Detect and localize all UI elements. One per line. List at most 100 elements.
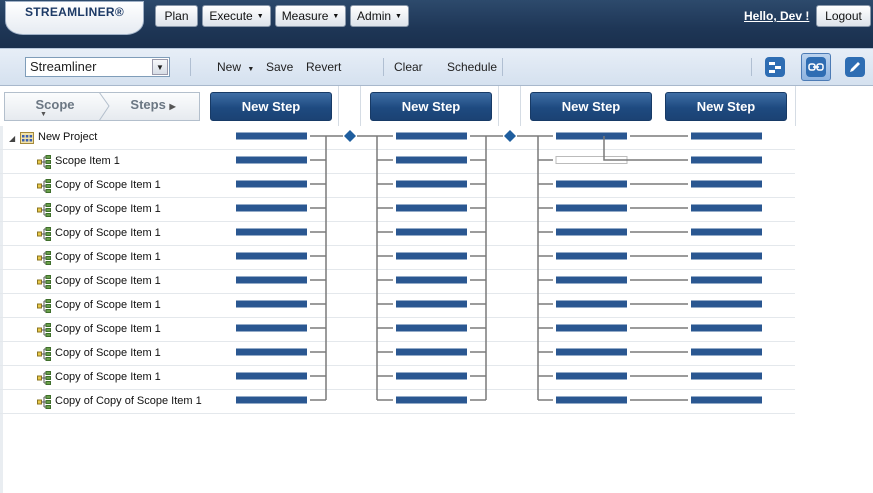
new-menu-button[interactable]: New ▼: [217, 60, 254, 74]
step-bar: [236, 252, 307, 260]
step-bar: [396, 396, 467, 404]
steps-tab-label: Steps: [130, 97, 166, 112]
logout-label: Logout: [825, 9, 862, 23]
step-bar: [691, 300, 762, 308]
step-bar: [396, 348, 467, 356]
edit-button[interactable]: [840, 53, 870, 81]
step-bar: [691, 204, 762, 212]
logout-button[interactable]: Logout: [816, 5, 871, 27]
flow-view-button[interactable]: [760, 53, 790, 81]
step-bar: [556, 228, 627, 236]
step-bar: [396, 228, 467, 236]
step-bar: [556, 324, 627, 332]
nav-measure-button[interactable]: Measure ▼: [275, 5, 346, 27]
caret-down-icon: ▼: [395, 12, 402, 20]
new-label: New: [217, 60, 242, 74]
nav-plan-label: Plan: [164, 9, 189, 23]
save-button[interactable]: Save: [266, 60, 293, 74]
milestone-diamond-icon: [504, 130, 516, 142]
step-bar: [691, 132, 762, 140]
step-bar: [236, 324, 307, 332]
step-bar: [396, 132, 467, 140]
step-bar: [236, 204, 307, 212]
step-bar: [691, 276, 762, 284]
nav-admin-button[interactable]: Admin ▼: [350, 5, 409, 27]
step-bar: [691, 252, 762, 260]
step-bar: [396, 252, 467, 260]
step-bar: [691, 228, 762, 236]
toolbar-divider: [751, 58, 752, 76]
step-bar: [556, 348, 627, 356]
link-view-button[interactable]: [801, 53, 831, 81]
steps-header: Scope ▼ Steps ▶ New Step New Step New St…: [0, 86, 873, 126]
step-bar: [691, 324, 762, 332]
step-bar: [236, 156, 307, 164]
column-divider: [520, 86, 521, 126]
caret-right-icon: ▶: [169, 102, 176, 111]
scope-tab[interactable]: Scope ▼: [5, 93, 105, 120]
link-icon: [806, 57, 826, 77]
step-bar: [556, 132, 627, 140]
step-bar: [236, 180, 307, 188]
nav-admin-label: Admin: [357, 9, 392, 23]
new-step-button[interactable]: New Step: [665, 92, 787, 121]
step-bar: [556, 204, 627, 212]
step-bar: [236, 300, 307, 308]
step-bar: [396, 180, 467, 188]
user-greeting-link[interactable]: Hello, Dev !: [744, 9, 809, 23]
column-divider: [795, 86, 796, 126]
toolbar-divider: [190, 58, 191, 76]
scope-steps-switcher: Scope ▼ Steps ▶: [4, 92, 200, 121]
step-bar: [236, 372, 307, 380]
flow-view-icon: [765, 57, 785, 77]
toolbar-divider: [502, 58, 503, 76]
step-bar: [396, 204, 467, 212]
step-flow-diagram: [236, 130, 762, 404]
step-bar: [691, 348, 762, 356]
nav-execute-button[interactable]: Execute ▼: [202, 5, 271, 27]
nav-execute-label: Execute: [209, 9, 253, 23]
column-divider: [498, 86, 499, 126]
step-bar: [396, 276, 467, 284]
project-select-value: Streamliner: [30, 59, 97, 74]
streamliner-logo: STREAMLINER®: [5, 1, 144, 35]
new-step-button[interactable]: New Step: [210, 92, 332, 121]
caret-down-icon: ▼: [247, 66, 255, 73]
steps-tab[interactable]: Steps ▶: [107, 93, 199, 120]
step-bar: [236, 276, 307, 284]
step-bar: [236, 396, 307, 404]
step-bar: [556, 300, 627, 308]
step-bar: [691, 180, 762, 188]
caret-down-icon: ▼: [40, 111, 47, 118]
step-bar: [396, 372, 467, 380]
step-bar: [691, 396, 762, 404]
revert-button[interactable]: Revert: [306, 60, 341, 74]
step-bar: [396, 324, 467, 332]
caret-down-icon: ▼: [332, 12, 340, 20]
step-bar: [556, 276, 627, 284]
step-bar: [236, 228, 307, 236]
step-bar: [556, 396, 627, 404]
toolbar: Streamliner ▼ New ▼ Save Revert Clear Sc…: [0, 48, 873, 86]
step-bar: [556, 252, 627, 260]
nav-measure-label: Measure: [281, 9, 329, 23]
new-step-button[interactable]: New Step: [370, 92, 492, 121]
step-bar: [691, 156, 762, 164]
step-bar: [556, 180, 627, 188]
schedule-button[interactable]: Schedule: [447, 60, 497, 74]
step-bar: [236, 348, 307, 356]
edit-pencil-icon: [845, 57, 865, 77]
step-bar: [396, 156, 467, 164]
clear-button[interactable]: Clear: [394, 60, 423, 74]
chevron-down-icon[interactable]: ▼: [152, 59, 168, 75]
toolbar-divider: [383, 58, 384, 76]
top-navigation-bar: STREAMLINER® Plan Execute ▼ Measure ▼ Admi…: [0, 0, 873, 48]
logo-text: STREAMLINER®: [24, 5, 125, 19]
scope-tab-label: Scope: [35, 97, 75, 112]
new-step-button[interactable]: New Step: [530, 92, 652, 121]
caret-down-icon: ▼: [256, 12, 264, 20]
step-bar: [396, 300, 467, 308]
project-select[interactable]: Streamliner ▼: [25, 57, 170, 77]
nav-plan-button[interactable]: Plan: [155, 5, 198, 27]
milestone-diamond-icon: [344, 130, 356, 142]
